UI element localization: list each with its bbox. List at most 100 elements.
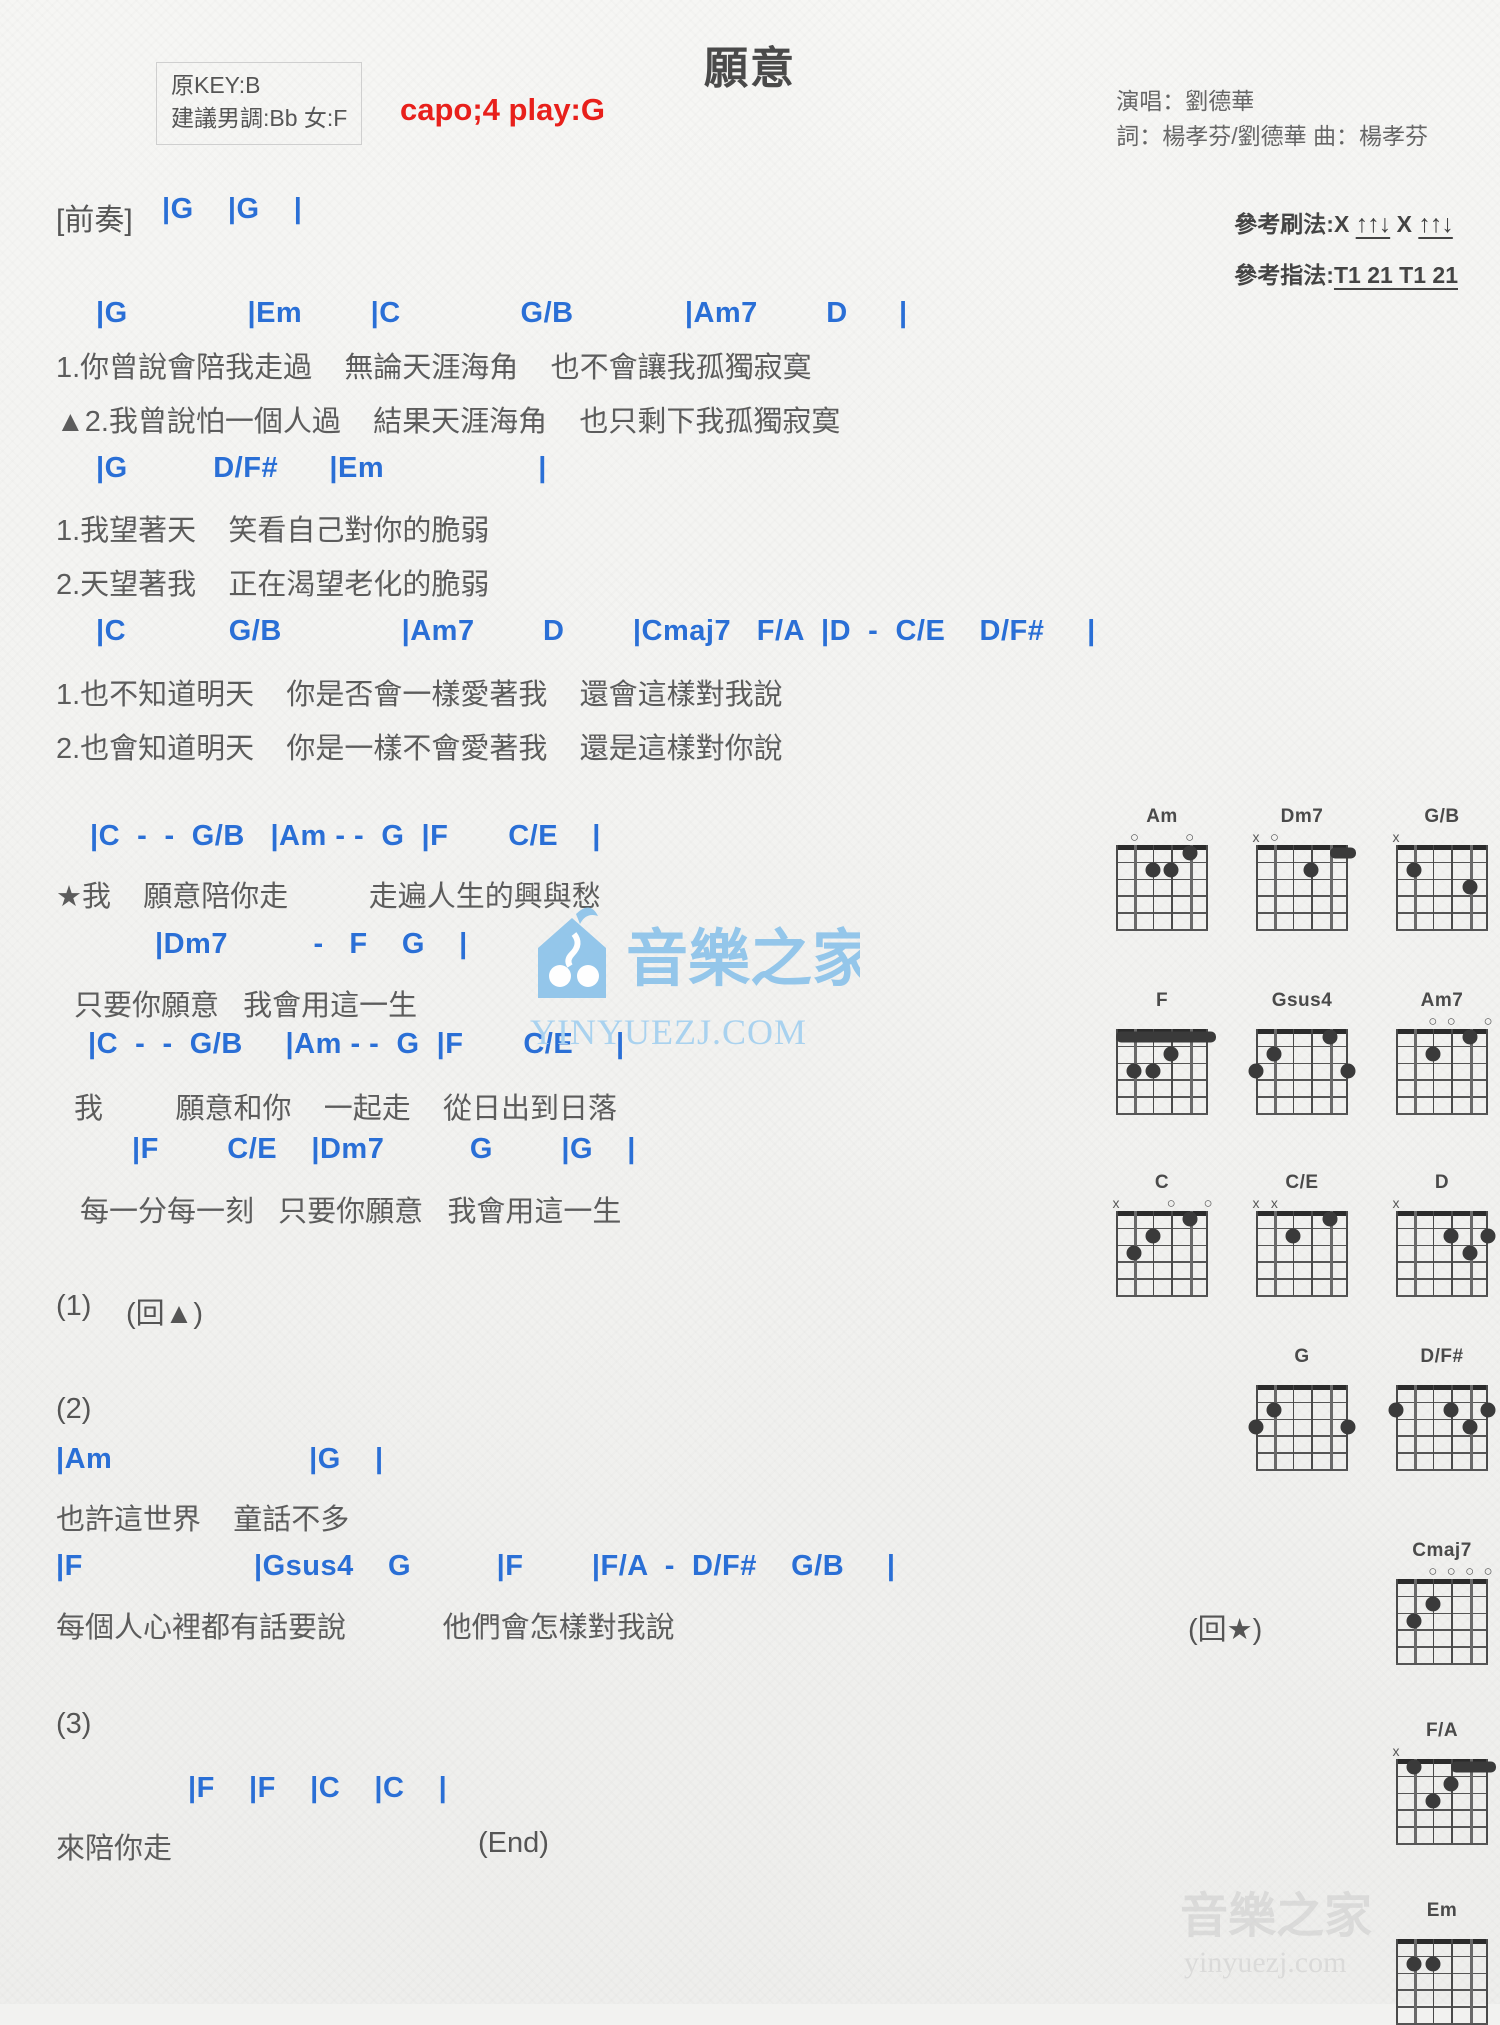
finger-dot [1406, 862, 1422, 878]
chorus-chordline-2: |Dm7 - F G | [155, 928, 468, 960]
chorus-lyric-2: 只要你願意 我會用這一生 [74, 990, 418, 1022]
muted-string-icon: x [1112, 1195, 1120, 1211]
fret-line [1116, 878, 1208, 881]
svg-text:音樂之家: 音樂之家 [626, 925, 860, 994]
fret-line [1396, 1792, 1488, 1795]
fret-line [1256, 1469, 1348, 1471]
string-line [1396, 1385, 1398, 1469]
part2-chordline-2: |F |Gsus4 G |F |F/A - D/F# G/B | [56, 1550, 896, 1582]
open-string-icon: ○ [1129, 829, 1139, 846]
part3-lyric-1: 來陪你走 [56, 1833, 173, 1865]
string-line [1451, 1029, 1453, 1113]
fretboard-grid [1248, 1029, 1356, 1115]
string-line [1432, 1211, 1435, 1295]
finger-dot [1425, 1793, 1441, 1809]
string-line [1432, 1579, 1435, 1663]
intro-label: [前奏] [56, 204, 133, 237]
open-string-icon: ○ [1446, 1563, 1456, 1580]
fret-line [1396, 1079, 1488, 1081]
finger-dot [1126, 1063, 1142, 1079]
chord-diagram-em: Em [1388, 1900, 1496, 2025]
chord-diagram-name: Gsus4 [1271, 990, 1333, 1011]
fret-line [1256, 1418, 1348, 1421]
chord-diagram-name: Cmaj7 [1412, 1540, 1472, 1561]
finger-dot [1443, 1776, 1459, 1792]
chorus-lyric-3: 我 願意和你 一起走 從日出到日落 [74, 1093, 617, 1125]
string-line [1274, 1211, 1278, 1295]
fret-line [1396, 1418, 1488, 1421]
chord-diagram-cmaj7: Cmaj7 ○ ○ ○ ○ [1388, 1540, 1496, 1665]
finger-dot [1322, 1029, 1338, 1045]
finger-dot [1425, 1596, 1441, 1612]
fretboard-grid [1396, 1759, 1496, 1845]
finger-dot [1266, 1402, 1282, 1418]
chord-diagram-name: D [1434, 1172, 1450, 1193]
verse1-lyric-5: 1.也不知道明天 你是否會一樣愛著我 還會這樣對我說 [56, 679, 783, 711]
string-line [1292, 845, 1295, 929]
string-line [1396, 1579, 1398, 1663]
strum-label: 參考刷法:X [1234, 211, 1350, 237]
fret-line [1396, 1469, 1488, 1471]
string-line [1414, 845, 1418, 929]
finger-dot [1340, 1419, 1356, 1435]
fret-line [1116, 895, 1208, 897]
credits: 演唱：劉德華 詞：楊孝芬/劉德華 曲：楊孝芬 [1116, 84, 1428, 153]
string-line [1346, 1211, 1348, 1295]
svg-text:音樂之家: 音樂之家 [1180, 1890, 1372, 1943]
fret-line [1116, 1261, 1208, 1263]
fret-line [1256, 895, 1348, 897]
fret-line [1396, 1972, 1488, 1975]
finger-dot [1462, 1245, 1478, 1261]
string-line [1451, 1385, 1453, 1469]
part2-lyric-1: 也許這世界 童話不多 [56, 1504, 350, 1536]
strum-arrows-2: ↑↑↓ [1418, 210, 1453, 238]
chorus-chordline-4: |F C/E |Dm7 G |G | [132, 1133, 636, 1165]
fret-line [1396, 1595, 1488, 1598]
chord-diagram-am: Am ○ ○ [1108, 806, 1216, 931]
original-key: 原KEY:B [171, 72, 261, 98]
fretboard-grid [1396, 845, 1488, 931]
finger-dot [1443, 1228, 1459, 1244]
string-line [1451, 1579, 1453, 1663]
verse1-lyric-6: 2.也會知道明天 你是一樣不會愛著我 還是這樣對你說 [56, 733, 783, 765]
muted-string-icon: x [1392, 829, 1400, 845]
chord-diagram-g: G [1248, 1346, 1356, 1471]
fret-line [1396, 1809, 1488, 1811]
string-line [1116, 1211, 1118, 1295]
svg-text:yinyuezj.com: yinyuezj.com [1184, 1946, 1346, 1979]
chord-open-mute-markers [1108, 1014, 1216, 1029]
open-string-icon: ○ [1269, 829, 1279, 846]
chord-diagram-name: F [1155, 990, 1169, 1011]
chord-open-mute-markers: x [1388, 1744, 1496, 1759]
finger-dot [1462, 879, 1478, 895]
finger-dot [1462, 1419, 1478, 1435]
chord-diagram-name: G/B [1424, 806, 1460, 827]
string-line [1486, 1939, 1488, 2023]
chord-open-mute-markers: x [1388, 1196, 1496, 1211]
chord-open-mute-markers [1248, 1014, 1356, 1029]
string-line [1414, 1939, 1418, 2023]
finger-dot [1406, 1759, 1422, 1775]
finger-dot [1388, 1402, 1404, 1418]
chord-diagram-f-a: F/A x [1388, 1720, 1496, 1845]
fret-line [1396, 1629, 1488, 1631]
finger-dot [1322, 1211, 1338, 1227]
string-line [1486, 845, 1488, 929]
string-line [1134, 845, 1138, 929]
open-string-icon: ○ [1203, 1195, 1213, 1212]
chord-diagram-f: F [1108, 990, 1216, 1115]
fret-line [1396, 1826, 1488, 1828]
fret-line [1116, 1079, 1208, 1081]
muted-string-icon: x [1270, 1195, 1278, 1211]
verse1-lyric-4: 2.天望著我 正在渴望老化的脆弱 [56, 569, 490, 601]
part1-repeat: (回▲) [126, 1298, 204, 1330]
finger-dot [1303, 862, 1319, 878]
fret-line [1256, 1435, 1348, 1437]
singer-credit: 演唱：劉德華 [1116, 88, 1255, 114]
string-line [1311, 1385, 1313, 1469]
string-line [1206, 1211, 1208, 1295]
chord-diagram-name: Dm7 [1280, 806, 1324, 827]
finger-dot [1182, 1211, 1198, 1227]
finger-dot [1163, 1046, 1179, 1062]
nut [1256, 1385, 1348, 1390]
